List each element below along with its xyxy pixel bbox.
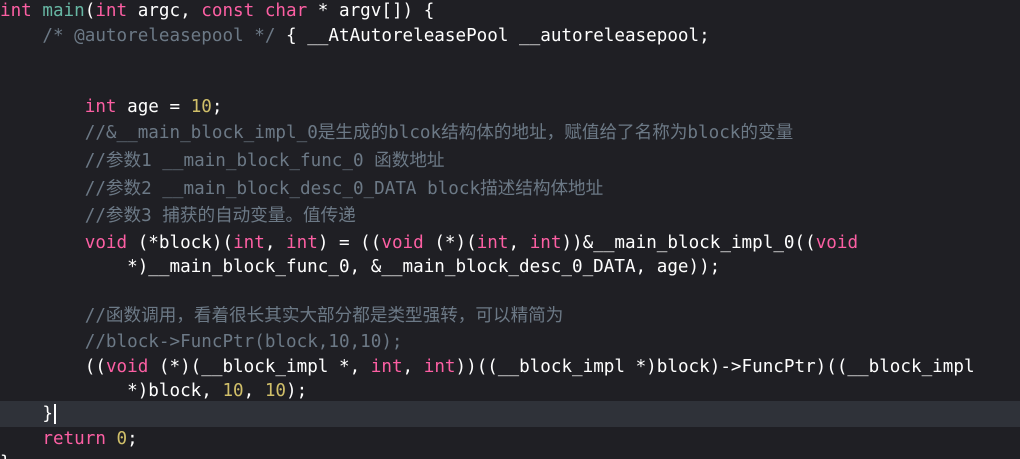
token: * argv[]) { — [307, 1, 435, 21]
token: 10 — [222, 381, 244, 401]
token: void — [381, 233, 424, 253]
token: (*)( — [423, 233, 477, 253]
code-line-7: //参数1 __main_block_func_0 函数地址 — [0, 148, 1020, 174]
token: return — [42, 429, 106, 449]
token: ) = (( — [317, 233, 382, 253]
token: /* @autoreleasepool */ — [42, 26, 276, 46]
comment: //&__main_block_impl_0是生成的blcok结构体的地址，赋值… — [84, 123, 794, 143]
token: ; — [127, 429, 138, 449]
code-line-11: *)__main_block_func_0, &__main_block_des… — [0, 254, 1020, 280]
token: int — [233, 233, 265, 253]
code-line-17-current[interactable]: } — [0, 401, 1020, 427]
token: ( — [84, 1, 96, 21]
token: } — [0, 453, 11, 459]
code-editor[interactable]: int main(int argc, const char * argv[]) … — [0, 0, 1020, 459]
comment: //block->FuncPtr(block,10,10); — [84, 332, 403, 352]
code-line-5: int age = 10; — [0, 94, 1020, 120]
token: { __AtAutoreleasePool __autoreleasepool; — [275, 26, 710, 46]
token: int — [423, 357, 456, 377]
comment: //函数调用，看着很长其实大部分都是类型强转，可以精简为 — [84, 306, 564, 326]
token: *)__main_block_func_0, &__main_block_des… — [0, 257, 721, 277]
token: int — [476, 233, 509, 253]
token: int — [95, 1, 128, 21]
token: void — [105, 357, 149, 377]
token: , — [508, 233, 530, 253]
token: 0 — [116, 429, 128, 449]
token: *)block, — [0, 381, 223, 401]
token: (( — [0, 357, 106, 377]
token: int — [370, 357, 403, 377]
code-line-18: return 0; — [0, 426, 1020, 452]
token: , — [402, 357, 424, 377]
token: ))&__main_block_impl_0(( — [561, 233, 816, 253]
code-line-9: //参数3 捕获的自动变量。值传递 — [0, 203, 1020, 229]
token: 10 — [264, 381, 287, 401]
code-line-1: int main(int argc, const char * argv[]) … — [0, 0, 1020, 24]
token: int — [286, 233, 318, 253]
token: char — [264, 1, 308, 21]
token: ); — [286, 381, 308, 401]
code-line-13: //函数调用，看着很长其实大部分都是类型强转，可以精简为 — [0, 303, 1020, 329]
token: int — [529, 233, 562, 253]
code-line-10: void (*block)(int, int) = ((void (*)(int… — [0, 230, 1020, 256]
token: , — [264, 233, 287, 253]
code-line-8: //参数2 __main_block_desc_0_DATA block描述结构… — [0, 176, 1020, 202]
token: ; — [211, 97, 223, 117]
token: void — [84, 233, 128, 253]
comment: //参数2 __main_block_desc_0_DATA block描述结构… — [84, 179, 604, 199]
token: main — [42, 1, 85, 21]
token: void — [815, 233, 859, 253]
code-line-14: //block->FuncPtr(block,10,10); — [0, 329, 1020, 355]
token: argc, — [127, 1, 202, 21]
code-line-2: /* @autoreleasepool */ { __AtAutorelease… — [0, 23, 1020, 49]
token: 10 — [190, 97, 212, 117]
token: , — [243, 381, 265, 401]
code-line-19: } — [0, 450, 1020, 459]
token: int — [0, 1, 32, 21]
comment: //参数3 捕获的自动变量。值传递 — [84, 206, 356, 226]
token: } — [0, 404, 53, 424]
code-line-15: ((void (*)(__block_impl *, int, int))((_… — [0, 354, 1020, 380]
code-line-6: //&__main_block_impl_0是生成的blcok结构体的地址，赋值… — [0, 120, 1020, 146]
token: ))((__block_impl *)block)->FuncPtr)((__b… — [455, 357, 975, 377]
token: age = — [116, 97, 191, 117]
token: (*)(__block_impl *, — [148, 357, 371, 377]
token: const — [201, 1, 255, 21]
token: (*block)( — [127, 233, 234, 253]
token: int — [84, 97, 117, 117]
comment: //参数1 __main_block_func_0 函数地址 — [84, 151, 445, 171]
text-cursor — [53, 404, 56, 424]
